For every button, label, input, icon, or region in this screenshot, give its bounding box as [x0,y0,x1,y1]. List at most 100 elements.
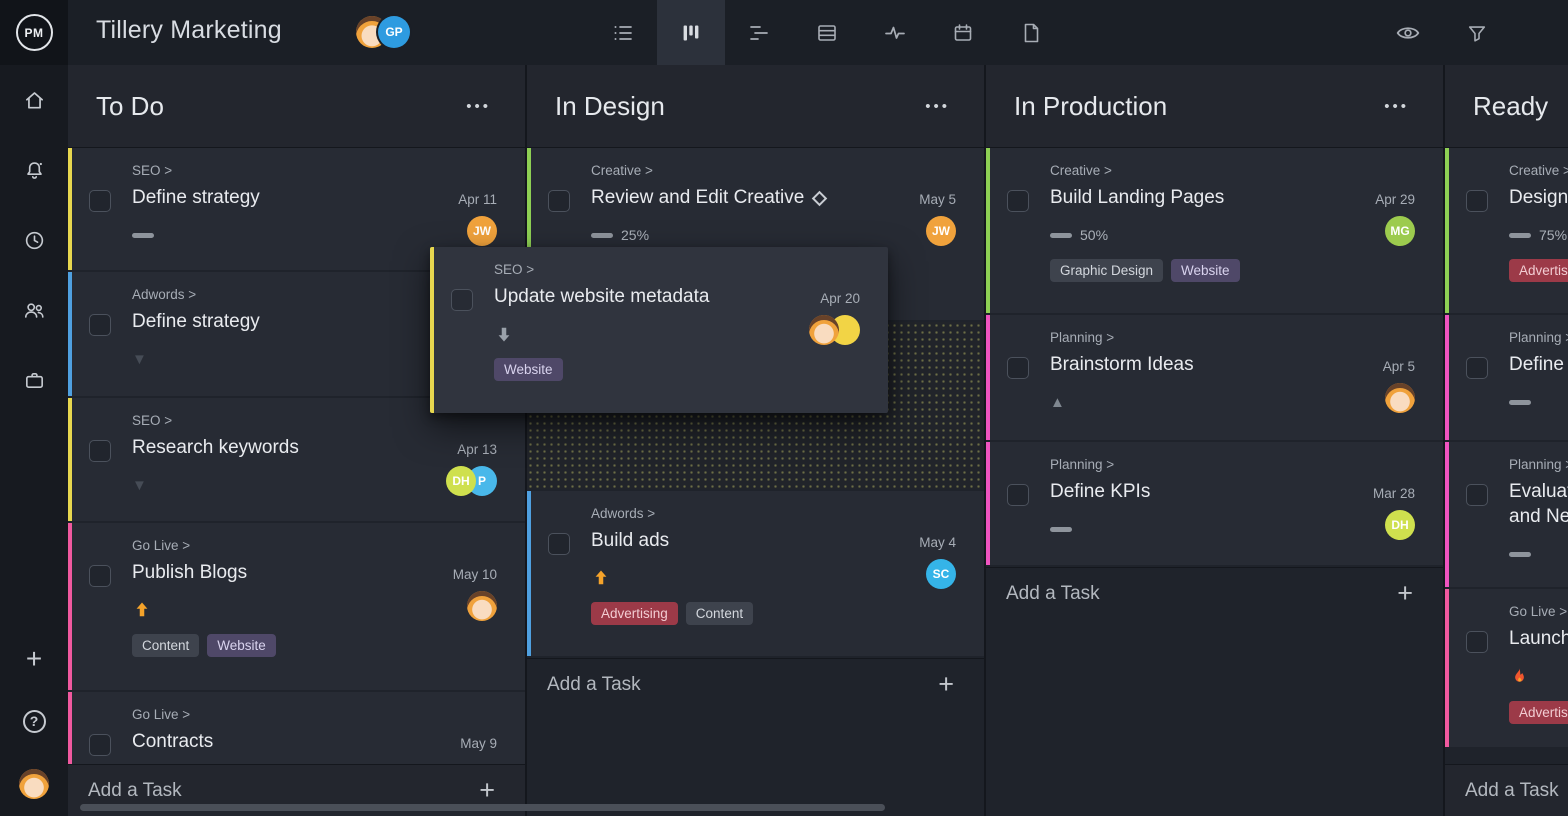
task-card[interactable]: Planning > Define [1445,315,1568,440]
timeline-view-icon [747,21,771,45]
sidebar-help-button[interactable]: ? [0,690,68,752]
task-category[interactable]: Creative > [1050,163,1347,178]
team-icon [22,298,46,322]
tab-activity-view[interactable] [861,0,929,65]
sidebar-profile-button[interactable] [0,752,68,816]
task-category[interactable]: Go Live > [132,707,429,722]
view-toolbar [589,0,1065,65]
progress-bar [1050,527,1072,532]
priority-low-icon: ▼ [132,352,147,367]
add-task-button[interactable]: Add a Task + [986,567,1443,619]
tab-calendar-view[interactable] [929,0,997,65]
tab-doc-view[interactable] [997,0,1065,65]
task-category[interactable]: Adwords > [591,506,888,521]
task-checkbox[interactable] [89,440,111,462]
task-category[interactable]: Planning > [1050,457,1347,472]
progress-bar [1509,552,1531,557]
due-date: Apr 20 [820,291,860,306]
task-checkbox[interactable] [1466,357,1488,379]
column-header: Ready ••• [1445,65,1568,148]
task-checkbox[interactable] [548,190,570,212]
task-checkbox[interactable] [451,289,473,311]
sidebar-item-time[interactable] [0,205,68,275]
briefcase-icon [23,369,46,392]
task-checkbox[interactable] [89,734,111,756]
due-date: Mar 28 [1373,486,1415,501]
tab-list-view[interactable] [589,0,657,65]
task-card[interactable]: Adwords > Build ads Advertising Content … [527,491,984,656]
add-task-button[interactable]: Add a Task + [527,658,984,710]
avatar-initials: SC [926,559,956,589]
sidebar-add-button[interactable]: + [0,628,68,690]
task-checkbox[interactable] [1466,484,1488,506]
sidebar-item-home[interactable] [0,65,68,135]
task-checkbox[interactable] [89,190,111,212]
card-list: Creative > Build Landing Pages 50% Graph… [986,148,1443,567]
task-checkbox[interactable] [1007,484,1029,506]
task-category[interactable]: SEO > [132,413,429,428]
task-card[interactable]: Go Live > Publish Blogs Content Website … [68,523,525,690]
sidebar-item-portfolio[interactable] [0,345,68,415]
task-card[interactable]: Planning > Define KPIs Mar 28 DH [986,442,1443,565]
assignee-avatars [809,315,860,345]
avatar-initials: DH [446,466,476,496]
task-card[interactable]: Planning > Brainstorm Ideas ▲ Apr 5 [986,315,1443,440]
task-checkbox[interactable] [1007,190,1029,212]
left-sidebar: + ? [0,65,68,816]
horizontal-scrollbar[interactable] [80,804,885,811]
task-title: Brainstorm Ideas [1050,354,1347,376]
assignee-avatars: MG [1385,216,1415,246]
sidebar-item-notifications[interactable] [0,135,68,205]
column-to-do: To Do ••• SEO > Define strategy Apr 11 J… [68,65,527,816]
task-checkbox[interactable] [89,565,111,587]
dragging-task-card[interactable]: SEO > Update website metadata Website Ap… [430,247,888,413]
app-logo[interactable]: PM [0,0,68,65]
task-category[interactable]: Go Live > [132,538,429,553]
task-category[interactable]: Go Live > [1509,604,1568,619]
task-card[interactable]: Planning > Evaluate and Negotiate [1445,442,1568,587]
priority-low-icon: ▼ [132,478,147,493]
column-menu-button[interactable]: ••• [925,98,950,115]
task-category[interactable]: Planning > [1509,457,1568,472]
plus-icon: + [479,775,495,806]
task-category[interactable]: Planning > [1050,330,1347,345]
task-checkbox[interactable] [1466,190,1488,212]
urgent-fire-icon [1509,666,1530,687]
task-category[interactable]: Creative > [1509,163,1568,178]
task-checkbox[interactable] [548,533,570,555]
column-menu-button[interactable]: ••• [466,98,491,115]
task-card[interactable]: SEO > Research keywords ▼ Apr 13 DH P [68,398,525,521]
task-card[interactable]: Creative > Build Landing Pages 50% Graph… [986,148,1443,313]
task-card[interactable]: Creative > Design 75% Advertising [1445,148,1568,313]
task-checkbox[interactable] [1007,357,1029,379]
task-category[interactable]: Planning > [1509,330,1568,345]
member-avatar-gp: GP [378,16,410,48]
task-checkbox[interactable] [89,314,111,336]
sidebar-item-team[interactable] [0,275,68,345]
tab-board-view[interactable] [657,0,725,65]
task-category[interactable]: SEO > [494,262,792,277]
filter-button[interactable] [1442,0,1511,65]
task-title: Publish Blogs [132,562,429,584]
tab-timeline-view[interactable] [725,0,793,65]
task-card[interactable]: Go Live > Launch Advertising [1445,589,1568,747]
tag: Advertising [1509,259,1568,282]
task-card[interactable]: Go Live > Contracts May 9 [68,692,525,764]
task-title: Define KPIs [1050,481,1347,503]
task-title: Update website metadata [494,286,792,308]
tag: Website [494,358,563,381]
board-view-icon [679,21,703,45]
task-category[interactable]: Adwords > [132,287,429,302]
visibility-button[interactable] [1373,0,1442,65]
tab-sheet-view[interactable] [793,0,861,65]
task-category[interactable]: SEO > [132,163,429,178]
progress-bar [1509,400,1531,405]
column-header: To Do ••• [68,65,525,148]
project-member-avatars[interactable]: GP [356,16,410,48]
task-checkbox[interactable] [1466,631,1488,653]
task-category[interactable]: Creative > [591,163,888,178]
add-task-button[interactable]: Add a Task + [1445,764,1568,816]
column-menu-button[interactable]: ••• [1384,98,1409,115]
assignee-avatars [1385,383,1415,413]
task-title: Define strategy [132,311,429,333]
